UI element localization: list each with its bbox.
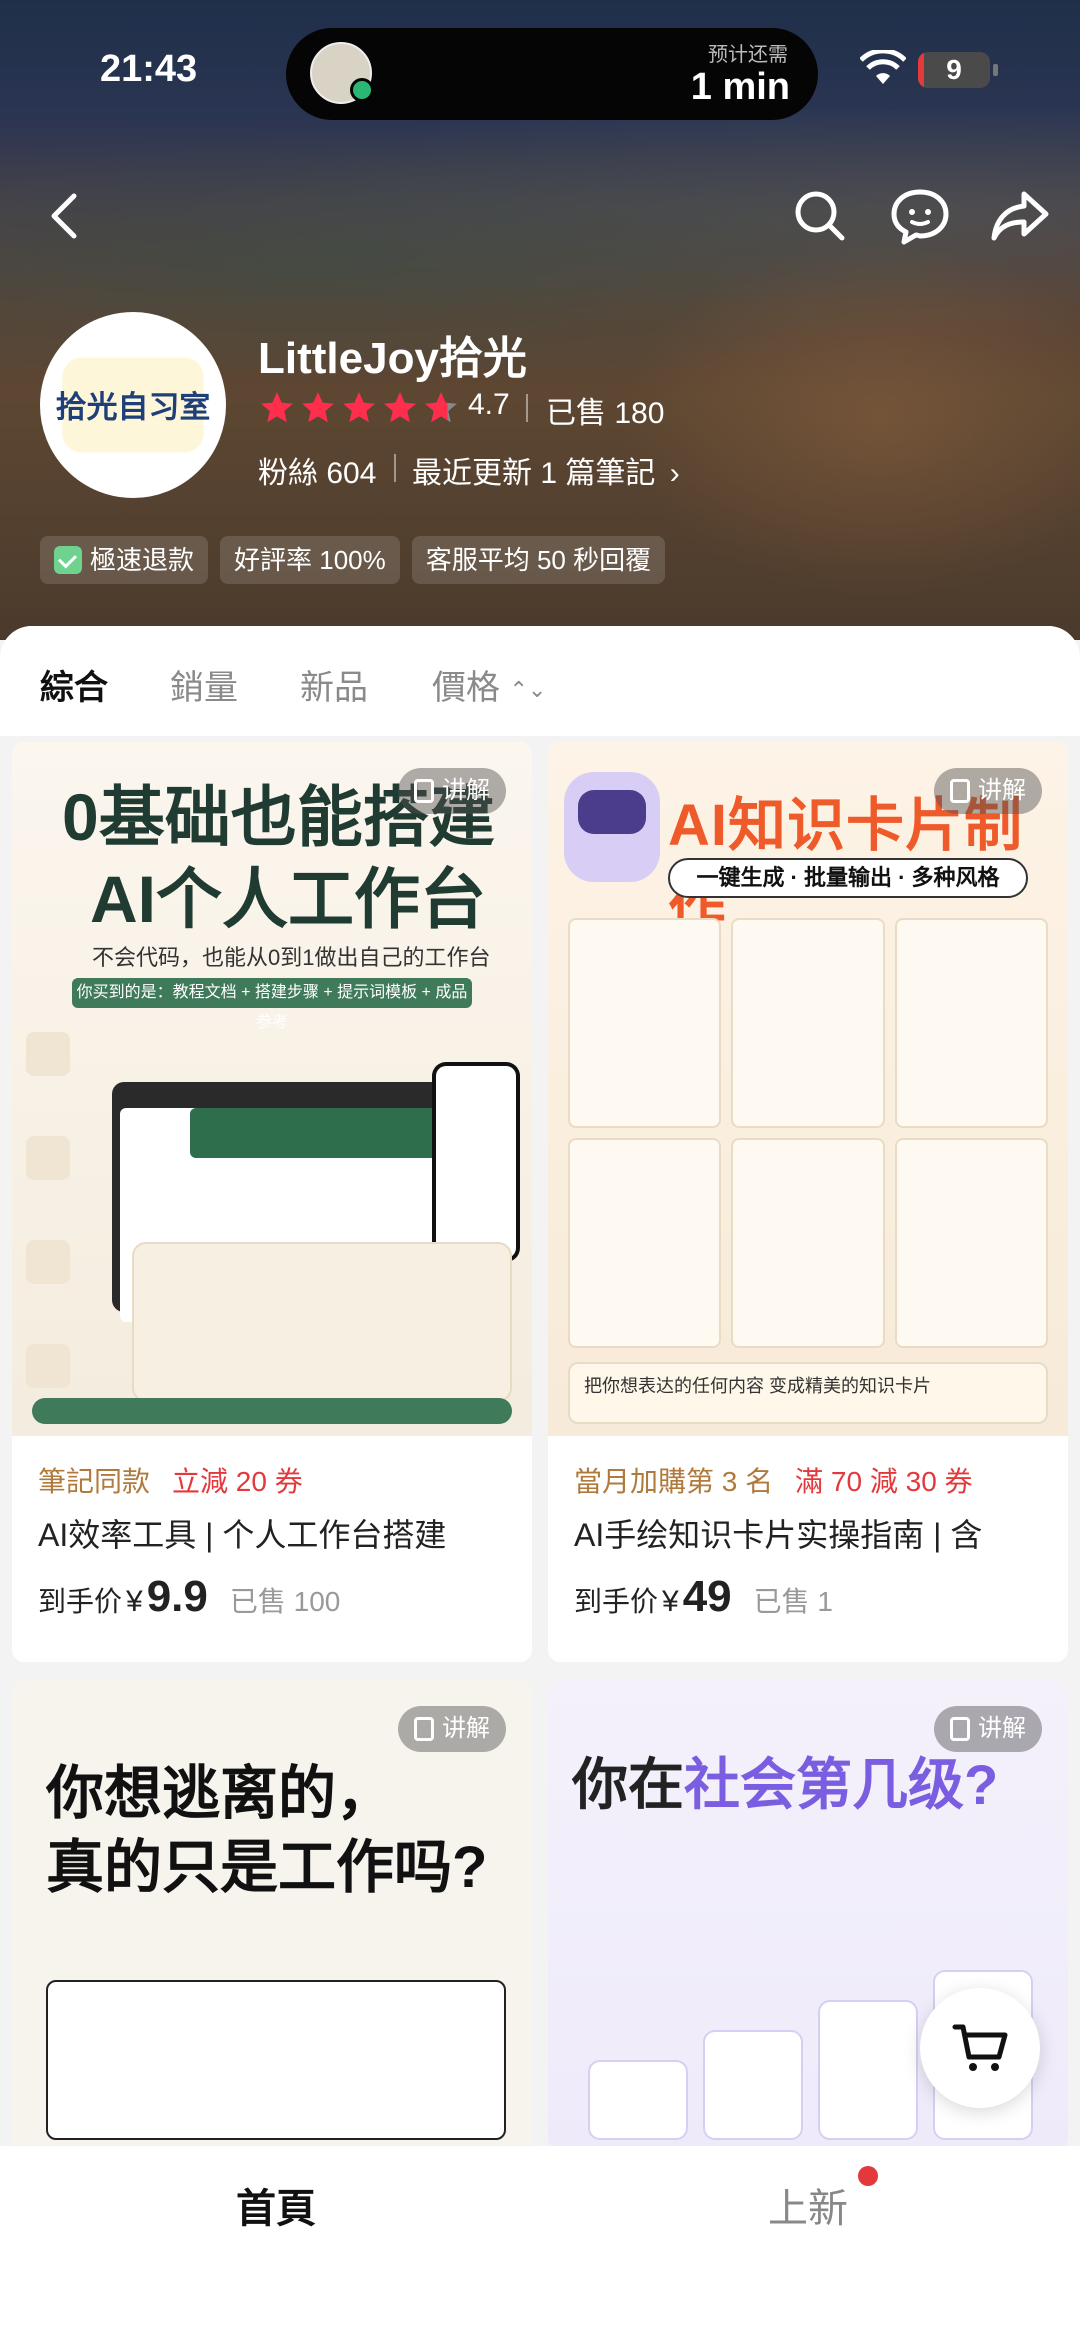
cart-button[interactable] xyxy=(920,1988,1040,2108)
back-icon[interactable] xyxy=(34,184,98,248)
sort-tab-overall[interactable]: 綜合 xyxy=(40,660,108,709)
product-promo-tags: 當月加購第 3 名 滿 70 減 30 券 xyxy=(574,1466,973,1497)
explain-badge[interactable]: 讲解 xyxy=(934,768,1042,814)
recent-update-link[interactable]: 最近更新 1 篇筆記 › xyxy=(412,448,680,492)
star-icon xyxy=(343,392,375,423)
rating-stars xyxy=(258,388,463,428)
robot-icon xyxy=(564,772,660,882)
cover-card-grid xyxy=(568,918,1048,1348)
bottom-tab-home[interactable]: 首頁 xyxy=(236,2176,316,2234)
product-title: AI效率工具 | 个人工作台搭建 xyxy=(38,1517,447,1553)
cover-phone-image xyxy=(432,1062,520,1262)
document-icon xyxy=(950,779,970,803)
bottom-tab-new[interactable]: 上新 xyxy=(768,2176,848,2234)
product-price: 到手价 ¥ 9.9 已售 100 xyxy=(38,1572,341,1621)
product-card[interactable]: AI知识卡片制作 一键生成 · 批量输出 · 多种风格 把你想表达的任何内容 变… xyxy=(548,742,1068,1662)
explain-badge[interactable]: 讲解 xyxy=(398,1706,506,1752)
product-cover: AI知识卡片制作 一键生成 · 批量输出 · 多种风格 把你想表达的任何内容 变… xyxy=(548,742,1068,1436)
product-cover: 你想逃离的， 真的只是工作吗? 讲解 xyxy=(12,1680,532,2150)
battery-icon: 9 xyxy=(918,52,990,88)
island-label: 预计还需 xyxy=(708,44,788,66)
sort-tab-new[interactable]: 新品 xyxy=(300,660,368,709)
share-icon[interactable] xyxy=(988,184,1052,248)
product-promo-tags: 筆記同款 立減 20 券 xyxy=(38,1466,303,1497)
shop-fans: 粉絲 604 xyxy=(258,457,377,490)
product-price: 到手价 ¥ 49 已售 1 xyxy=(574,1572,834,1621)
cover-side-icons xyxy=(26,1032,86,1436)
tag-fast-refund[interactable]: 極速退款 xyxy=(40,536,209,584)
cover-bottom-banner: 把你想表达的任何内容 变成精美的知识卡片 xyxy=(568,1362,1048,1424)
document-icon xyxy=(414,1717,434,1741)
shield-check-icon xyxy=(54,546,82,574)
sort-bar: 綜合 銷量 新品 價格 ⌃⌄ xyxy=(0,626,1080,736)
cover-banner: 你买到的是：教程文档 + 搭建步骤 + 提示词模板 + 成品参考 xyxy=(72,978,472,1031)
bottom-nav: 首頁 上新 xyxy=(0,2146,1080,2341)
tag-service-reply[interactable]: 客服平均 50 秒回覆 xyxy=(411,536,666,584)
island-value: 1 min xyxy=(690,66,790,108)
explain-badge[interactable]: 讲解 xyxy=(398,768,506,814)
shop-logo[interactable]: 拾光自习室 xyxy=(40,312,226,498)
product-card[interactable]: 你想逃离的， 真的只是工作吗? 讲解 xyxy=(12,1680,532,2150)
cover-headline: 你在社会第几级? xyxy=(572,1753,999,1816)
star-icon xyxy=(384,392,416,423)
product-title: AI手绘知识卡片实操指南 | 含 xyxy=(574,1517,983,1553)
island-avatar xyxy=(310,42,374,104)
shop-name: LittleJoy拾光 xyxy=(258,334,527,383)
search-icon[interactable] xyxy=(788,184,852,248)
cover-headline-2: 真的只是工作吗? xyxy=(46,1835,488,1900)
explain-badge[interactable]: 讲解 xyxy=(934,1706,1042,1752)
shop-sold: 已售 180 xyxy=(546,397,665,430)
cover-folder-card xyxy=(132,1242,512,1402)
sort-tab-price[interactable]: 價格 ⌃⌄ xyxy=(432,660,546,709)
cover-list-box xyxy=(46,1980,506,2140)
product-card[interactable]: 0基础也能搭建 AI个人工作台 不会代码，也能从0到1做出自己的工作台 你买到的… xyxy=(12,742,532,1662)
rating-value: 4.7 xyxy=(468,388,510,421)
sort-arrows-icon: ⌃⌄ xyxy=(509,677,547,703)
product-cover: 0基础也能搭建 AI个人工作台 不会代码，也能从0到1做出自己的工作台 你买到的… xyxy=(12,742,532,1436)
star-icon xyxy=(425,392,457,423)
sort-tab-sales[interactable]: 銷量 xyxy=(170,660,238,709)
document-icon xyxy=(950,1717,970,1741)
star-icon xyxy=(302,392,334,423)
wifi-icon xyxy=(859,48,907,86)
cover-pill: 一键生成 · 批量输出 · 多种风格 xyxy=(668,858,1028,898)
new-badge-dot xyxy=(858,2166,878,2186)
battery-level: 9 xyxy=(946,54,962,85)
cover-headline-2: AI个人工作台 xyxy=(90,862,486,936)
chat-icon[interactable] xyxy=(888,184,952,248)
document-icon xyxy=(414,779,434,803)
chevron-right-icon: › xyxy=(669,457,680,490)
dynamic-island[interactable]: 预计还需 1 min xyxy=(286,28,818,120)
shop-logo-text: 拾光自习室 xyxy=(56,390,211,426)
shop-tags: 極速退款 好評率 100% 客服平均 50 秒回覆 xyxy=(40,536,666,584)
star-icon xyxy=(261,392,293,423)
recent-update-text: 最近更新 1 篇筆記 xyxy=(412,457,656,490)
cover-subtitle: 不会代码，也能从0到1做出自己的工作台 xyxy=(92,945,491,970)
cover-headline: 你想逃离的， xyxy=(46,1761,395,1826)
cart-icon xyxy=(952,2024,1008,2071)
status-time: 21:43 xyxy=(100,48,198,90)
tag-good-rate[interactable]: 好評率 100% xyxy=(220,536,400,584)
